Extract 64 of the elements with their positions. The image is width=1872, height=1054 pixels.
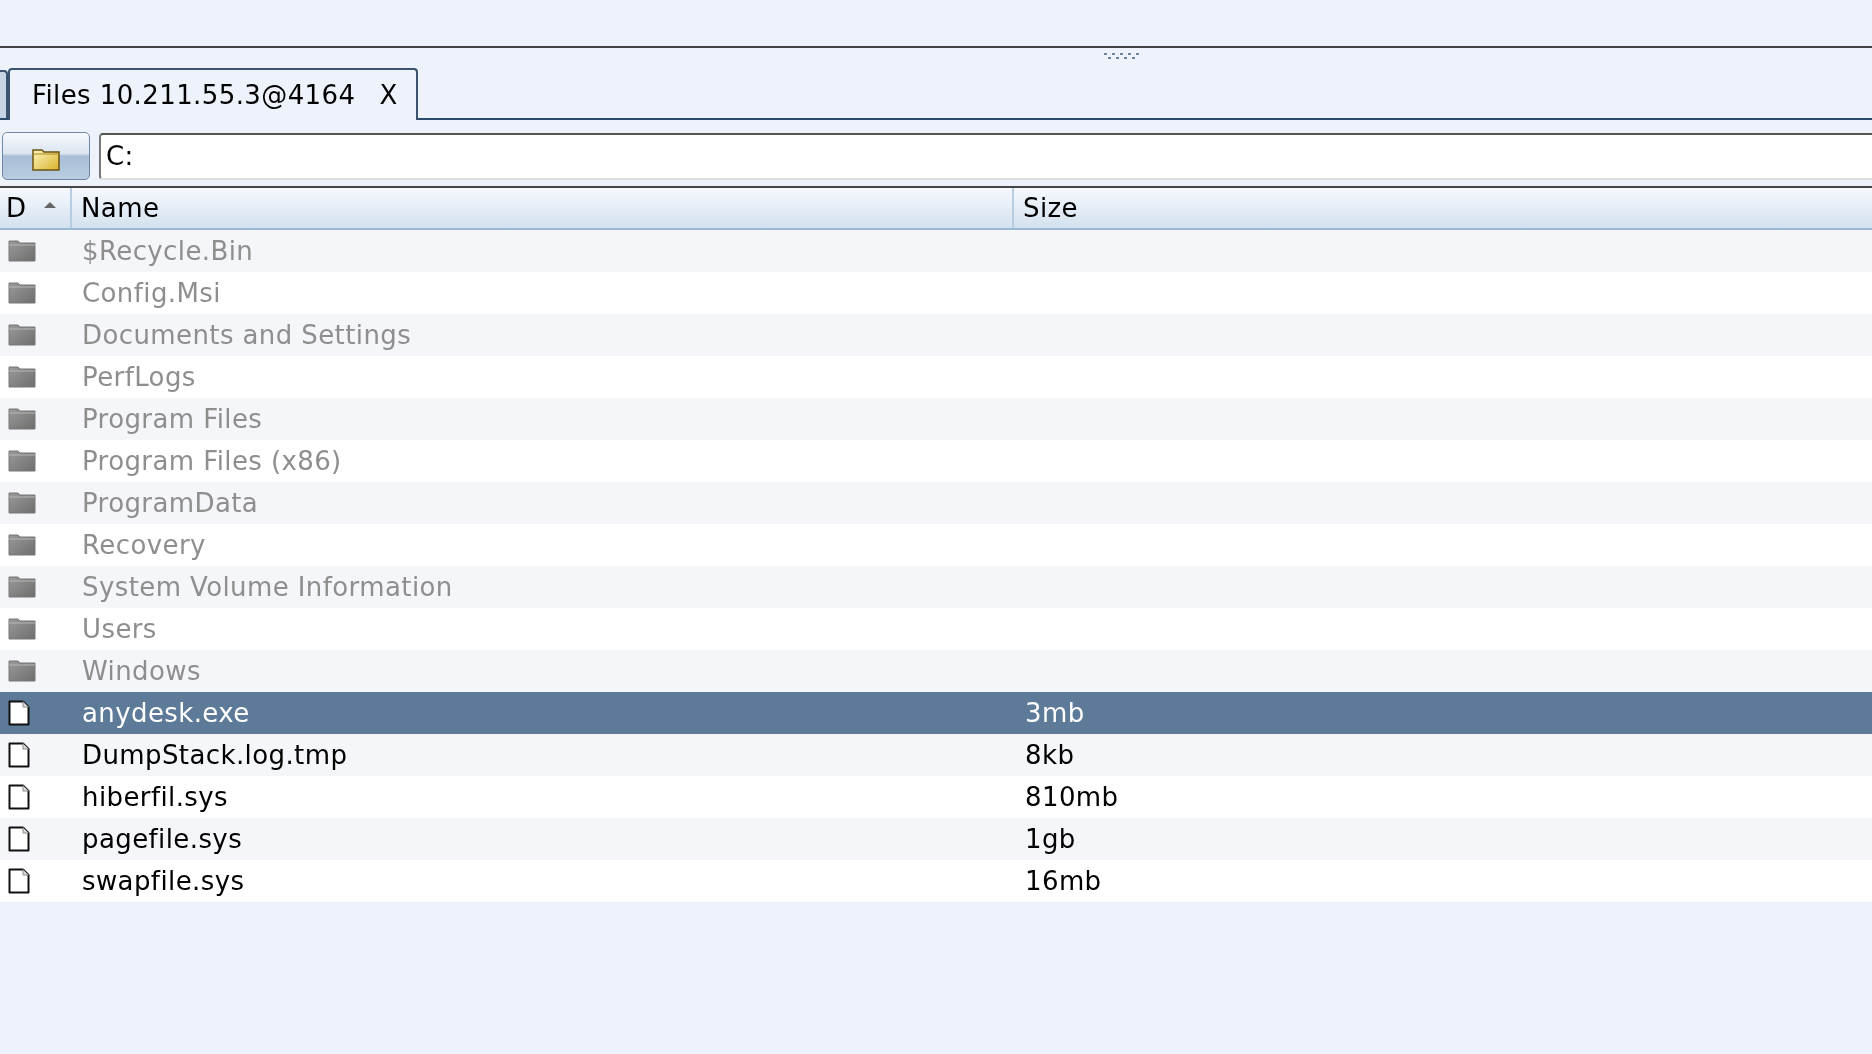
- file-icon: [8, 868, 30, 894]
- file-row[interactable]: $Recycle.Bin: [0, 230, 1872, 272]
- folder-icon: [8, 240, 36, 262]
- file-row[interactable]: hiberfil.sys 810mb: [0, 776, 1872, 818]
- file-name: Program Files (x86): [82, 446, 342, 476]
- file-size: 8kb: [1025, 740, 1075, 770]
- file-name: $Recycle.Bin: [82, 236, 254, 266]
- file-row[interactable]: Config.Msi: [0, 272, 1872, 314]
- file-row[interactable]: Users: [0, 608, 1872, 650]
- file-row[interactable]: PerfLogs: [0, 356, 1872, 398]
- file-name: Recovery: [82, 530, 206, 560]
- folder-icon: [32, 147, 60, 171]
- column-header[interactable]: Name: [72, 188, 1014, 228]
- file-row[interactable]: DumpStack.log.tmp 8kb: [0, 734, 1872, 776]
- file-name: swapfile.sys: [82, 866, 245, 896]
- file-name: PerfLogs: [82, 362, 196, 392]
- tab[interactable]: Files 10.211.55.3@4164 X: [8, 68, 418, 120]
- file-name: anydesk.exe: [82, 698, 250, 728]
- tab-edge[interactable]: [0, 70, 8, 118]
- column-header[interactable]: Size: [1014, 188, 1872, 228]
- path-field[interactable]: C:: [99, 132, 1872, 180]
- file-icon: [8, 784, 30, 810]
- folder-icon: [8, 576, 36, 598]
- sort-arrow-icon: [44, 202, 57, 208]
- file-row[interactable]: ProgramData: [0, 482, 1872, 524]
- column-header[interactable]: D: [0, 188, 72, 228]
- file-row[interactable]: Recovery: [0, 524, 1872, 566]
- file-size: 3mb: [1025, 698, 1085, 728]
- folder-icon: [8, 618, 36, 640]
- file-name: Users: [82, 614, 157, 644]
- folder-icon: [8, 450, 36, 472]
- file-name: hiberfil.sys: [82, 782, 229, 812]
- folder-button[interactable]: [2, 132, 90, 180]
- file-row[interactable]: Program Files (x86): [0, 440, 1872, 482]
- file-name: Windows: [82, 656, 201, 686]
- file-name: Config.Msi: [82, 278, 221, 308]
- file-name: ProgramData: [82, 488, 259, 518]
- file-size: 810mb: [1025, 782, 1119, 812]
- file-name: DumpStack.log.tmp: [82, 740, 348, 770]
- file-row[interactable]: System Volume Information: [0, 566, 1872, 608]
- folder-icon: [8, 534, 36, 556]
- file-name: System Volume Information: [82, 572, 453, 602]
- file-icon: [8, 826, 30, 852]
- grip-icon[interactable]: [1104, 53, 1139, 59]
- file-row[interactable]: Program Files: [0, 398, 1872, 440]
- folder-icon: [8, 408, 36, 430]
- folder-icon: [8, 660, 36, 682]
- close-button[interactable]: X: [379, 80, 398, 110]
- file-size: 16mb: [1025, 866, 1102, 896]
- file-icon: [8, 700, 30, 726]
- file-name: Program Files: [82, 404, 263, 434]
- file-row[interactable]: Documents and Settings: [0, 314, 1872, 356]
- file-row[interactable]: swapfile.sys 16mb: [0, 860, 1872, 902]
- file-name: pagefile.sys: [82, 824, 243, 854]
- file-size: 1gb: [1025, 824, 1076, 854]
- folder-icon: [8, 324, 36, 346]
- file-row[interactable]: anydesk.exe 3mb: [0, 692, 1872, 734]
- file-row[interactable]: Windows: [0, 650, 1872, 692]
- file-row[interactable]: pagefile.sys 1gb: [0, 818, 1872, 860]
- folder-icon: [8, 492, 36, 514]
- file-name: Documents and Settings: [82, 320, 412, 350]
- folder-icon: [8, 282, 36, 304]
- folder-icon: [8, 366, 36, 388]
- file-icon: [8, 742, 30, 768]
